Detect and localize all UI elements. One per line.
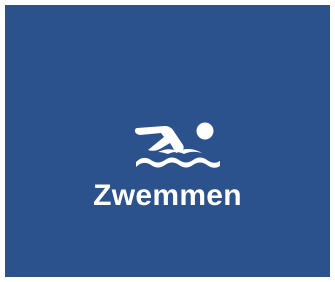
swimmer-icon: [135, 122, 220, 168]
swimming-tile[interactable]: Zwemmen: [5, 5, 330, 277]
tile-label: Zwemmen: [93, 179, 242, 212]
